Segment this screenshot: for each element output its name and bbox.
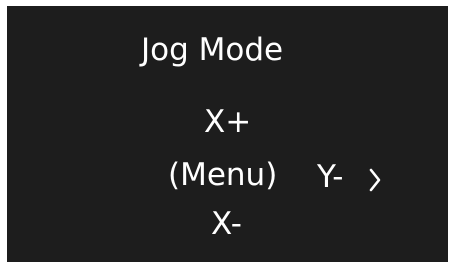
x-plus-button[interactable]: X+ <box>204 107 251 138</box>
jog-mode-display: Jog Mode X+ (Menu) Y- X- <box>7 6 448 262</box>
chevron-right-icon <box>369 168 381 192</box>
menu-button[interactable]: (Menu) <box>168 160 277 191</box>
y-minus-button[interactable]: Y- <box>317 162 343 193</box>
page-title: Jog Mode <box>141 32 284 68</box>
x-minus-button[interactable]: X- <box>211 209 242 240</box>
